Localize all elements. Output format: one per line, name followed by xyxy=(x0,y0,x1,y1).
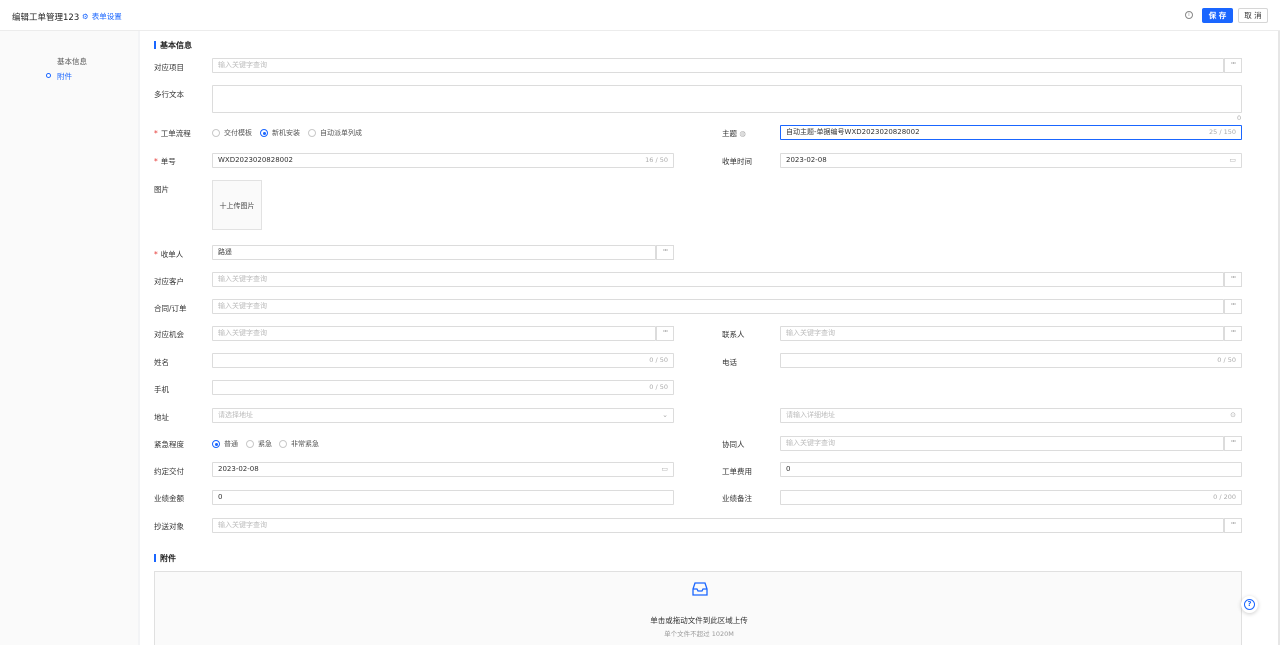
cancel-button[interactable]: 取 消 xyxy=(1238,8,1268,23)
gear-icon: ⚙ xyxy=(82,12,89,21)
page-title: 编辑工单管理123 xyxy=(12,13,80,23)
project-more-button[interactable]: ··· xyxy=(1224,58,1242,73)
urgency-option-urgent[interactable]: 紧急 xyxy=(246,439,272,449)
sidebar: 基本信息 附件 xyxy=(0,31,138,645)
multiline-textarea[interactable] xyxy=(212,85,1242,113)
delivery-date-label: 约定交付 xyxy=(154,467,184,476)
address-label: 地址 xyxy=(154,413,169,422)
upload-main-text: 单击或拖动文件到此区域上传 xyxy=(650,616,748,625)
active-dot-icon xyxy=(46,73,51,78)
multiline-label: 多行文本 xyxy=(154,90,184,99)
section-title-attachment: 附件 xyxy=(154,553,176,564)
receive-time-label: 收单时间 xyxy=(722,157,752,166)
cc-label: 抄送对象 xyxy=(154,522,184,531)
calendar-icon: ▭ xyxy=(661,465,668,473)
form-main: 基本信息 对应项目 输入关键字查询 ··· 多行文本 0 工单流程 交付模板 新… xyxy=(140,31,1278,645)
radio-icon xyxy=(212,129,220,137)
contact-input[interactable]: 输入关键字查询 xyxy=(780,326,1224,341)
address-detail-input[interactable]: 请输入详细地址 ⊙ xyxy=(780,408,1242,423)
contract-more-button[interactable]: ··· xyxy=(1224,299,1242,314)
radio-icon xyxy=(279,440,287,448)
number-label: 单号 xyxy=(154,156,176,167)
name-label: 姓名 xyxy=(154,358,169,367)
workflow-option-1[interactable]: 交付模板 xyxy=(212,128,252,138)
inbox-icon xyxy=(692,582,708,596)
receive-time-input[interactable]: 2023-02-08 ▭ xyxy=(780,153,1242,168)
project-input[interactable]: 输入关键字查询 xyxy=(212,58,1224,73)
name-input[interactable]: 0 / 50 xyxy=(212,353,674,368)
workflow-label: 工单流程 xyxy=(154,128,191,139)
radio-icon xyxy=(246,440,254,448)
upload-sub-text: 单个文件不超过 1020M xyxy=(664,630,734,638)
phone-label: 电话 xyxy=(722,358,737,367)
opportunity-label: 对应机会 xyxy=(154,330,184,339)
collaborator-more-button[interactable]: ··· xyxy=(1224,436,1242,451)
sidebar-item-attachment[interactable]: 附件 xyxy=(57,71,72,82)
amount-label: 业绩金额 xyxy=(154,494,184,503)
collaborator-label: 协同人 xyxy=(722,440,745,449)
workflow-option-2[interactable]: 新机安装 xyxy=(260,128,300,138)
number-input[interactable]: WXD2023020828002 16 / 50 xyxy=(212,153,674,168)
receiver-label: 收单人 xyxy=(154,249,184,260)
form-settings-label: 表单设置 xyxy=(91,12,122,21)
delivery-date-input[interactable]: 2023-02-08 ▭ xyxy=(212,462,674,477)
cc-more-button[interactable]: ··· xyxy=(1224,518,1242,533)
help-button[interactable]: ? xyxy=(1241,596,1258,613)
image-label: 图片 xyxy=(154,185,169,194)
customer-label: 对应客户 xyxy=(154,277,184,286)
remark-input[interactable]: 0 / 200 xyxy=(780,490,1242,505)
section-title-basic: 基本信息 xyxy=(154,40,192,51)
urgency-label: 紧急程度 xyxy=(154,440,184,449)
help-circle-icon: ◍ xyxy=(739,129,746,138)
urgency-option-very-urgent[interactable]: 非常紧急 xyxy=(279,439,319,449)
contact-more-button[interactable]: ··· xyxy=(1224,326,1242,341)
contract-input[interactable]: 输入关键字查询 xyxy=(212,299,1224,314)
top-bar: 编辑工单管理123 ⚙ 表单设置 i 保 存 取 消 xyxy=(0,0,1280,31)
urgency-option-normal[interactable]: 普通 xyxy=(212,439,238,449)
calendar-icon: ▭ xyxy=(1229,156,1236,164)
phone-input[interactable]: 0 / 50 xyxy=(780,353,1242,368)
save-button[interactable]: 保 存 xyxy=(1202,8,1233,23)
upload-dropzone[interactable]: 单击或拖动文件到此区域上传 单个文件不超过 1020M xyxy=(154,571,1242,645)
location-pin-icon: ⊙ xyxy=(1230,411,1236,419)
sidebar-item-basic-info[interactable]: 基本信息 xyxy=(57,56,87,67)
form-settings-link[interactable]: ⚙ 表单设置 xyxy=(82,11,122,22)
customer-more-button[interactable]: ··· xyxy=(1224,272,1242,287)
amount-input[interactable]: 0 xyxy=(212,490,674,505)
fee-input[interactable]: 0 xyxy=(780,462,1242,477)
mobile-input[interactable]: 0 / 50 xyxy=(212,380,674,395)
cc-input[interactable]: 输入关键字查询 xyxy=(212,518,1224,533)
remark-label: 业绩备注 xyxy=(722,494,752,503)
address-select[interactable]: 请选择地址 ⌄ xyxy=(212,408,674,423)
project-label: 对应项目 xyxy=(154,63,184,72)
radio-checked-icon xyxy=(212,440,220,448)
opportunity-more-button[interactable]: ··· xyxy=(656,326,674,341)
receiver-input[interactable]: 路遥 xyxy=(212,245,656,260)
customer-input[interactable]: 输入关键字查询 xyxy=(212,272,1224,287)
contact-label: 联系人 xyxy=(722,330,745,339)
collaborator-input[interactable]: 输入关键字查询 xyxy=(780,436,1224,451)
radio-icon xyxy=(308,129,316,137)
upload-image-button[interactable]: 十上传图片 xyxy=(212,180,262,230)
workflow-option-3[interactable]: 自动派单列成 xyxy=(308,128,362,138)
receiver-more-button[interactable]: ··· xyxy=(656,245,674,260)
multiline-count: 0 xyxy=(1237,114,1242,122)
info-icon[interactable]: i xyxy=(1185,11,1193,19)
contract-label: 合同/订单 xyxy=(154,304,187,313)
question-icon: ? xyxy=(1244,599,1255,610)
subject-input[interactable]: 自动主题-单据编号WXD2023020828002 25 / 150 xyxy=(780,125,1242,140)
opportunity-input[interactable]: 输入关键字查询 xyxy=(212,326,656,341)
fee-label: 工单费用 xyxy=(722,467,752,476)
subject-label: 主题 ◍ xyxy=(722,129,746,138)
mobile-label: 手机 xyxy=(154,385,169,394)
radio-checked-icon xyxy=(260,129,268,137)
chevron-down-icon: ⌄ xyxy=(662,411,668,419)
